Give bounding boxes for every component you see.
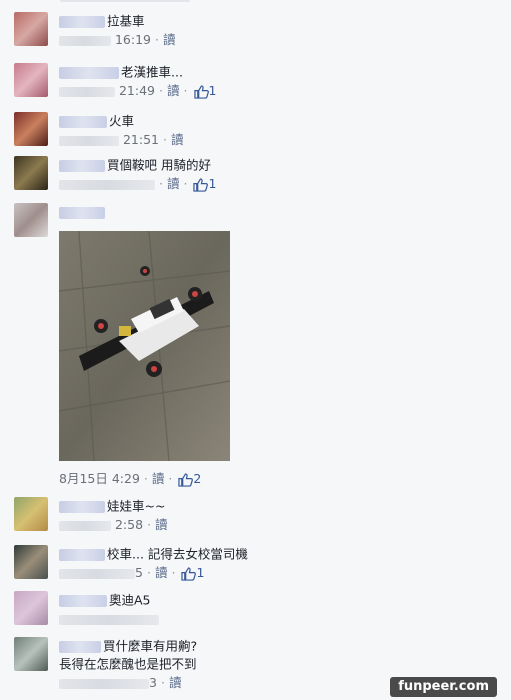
avatar[interactable] (14, 12, 48, 46)
timestamp[interactable]: 3 (149, 675, 157, 690)
avatar[interactable] (14, 112, 48, 146)
commenter-name[interactable] (59, 115, 107, 128)
commenter-name[interactable] (59, 548, 105, 561)
comment-text-line2: 長得在怎麼醜也是把不到 (59, 656, 197, 672)
thumbs-up-icon[interactable] (193, 177, 209, 192)
commenter-name[interactable] (59, 206, 105, 219)
read-link[interactable]: 讀 (163, 32, 176, 47)
timestamp-date (59, 568, 135, 579)
like-count[interactable]: 1 (209, 83, 217, 98)
comment-item: 買個鞍吧 用騎的好 · 讀 · 1 (14, 156, 504, 200)
thumbs-up-icon[interactable] (193, 84, 209, 99)
commenter-name[interactable] (59, 159, 105, 172)
timestamp-date (59, 86, 115, 97)
avatar[interactable] (14, 156, 48, 190)
timestamp[interactable]: 2:58 (115, 517, 143, 532)
read-link[interactable]: 讀 (169, 675, 182, 690)
like-count[interactable]: 1 (196, 565, 204, 580)
comment-text: 拉基車 (107, 13, 145, 29)
commenter-name[interactable] (59, 500, 105, 513)
timestamp[interactable]: 8月15日 4:29 (59, 471, 140, 486)
comment-thread: { "comments": [ {"text":"拉基車","meta_time… (0, 0, 511, 700)
avatar[interactable] (14, 63, 48, 97)
comment-text: 奧迪A5 (109, 592, 151, 608)
timestamp-date (59, 678, 149, 689)
commenter-name[interactable] (59, 66, 119, 79)
comment-item: 校車... 記得去女校當司機 5 · 讀 · 1 (14, 545, 504, 589)
timestamp[interactable]: 21:49 (119, 83, 155, 98)
read-link[interactable]: 讀 (155, 517, 168, 532)
commenter-name[interactable] (59, 15, 105, 28)
site-watermark: funpeer.com (390, 677, 497, 697)
avatar[interactable] (14, 203, 48, 237)
read-link[interactable]: 讀 (152, 471, 165, 486)
read-link[interactable]: 讀 (155, 565, 168, 580)
comment-item: 火車 21:51 · 讀 (14, 112, 504, 156)
comment-item: 娃娃車~~ 2:58 · 讀 (14, 497, 504, 541)
thumbs-up-icon[interactable] (181, 566, 197, 581)
like-count[interactable]: 2 (193, 471, 201, 486)
timestamp[interactable]: 16:19 (115, 32, 151, 47)
timestamp-date (59, 179, 155, 190)
timestamp-date (59, 614, 159, 625)
thumbs-up-icon[interactable] (178, 472, 194, 487)
comment-item: 8月15日 4:29 · 讀 · 2 (14, 203, 504, 493)
mini-4wd-car-photo[interactable] (59, 231, 230, 461)
like-count[interactable]: 1 (208, 176, 216, 191)
comment-text: 老漢推車... (121, 64, 183, 80)
cut-off-meta (60, 0, 190, 2)
avatar[interactable] (14, 637, 48, 671)
avatar[interactable] (14, 497, 48, 531)
comment-text: 校車... 記得去女校當司機 (107, 546, 248, 562)
comment-text: 娃娃車~~ (107, 498, 166, 514)
avatar[interactable] (14, 545, 48, 579)
comment-item: 老漢推車... 21:49 · 讀 · 1 (14, 63, 504, 107)
comment-item: 拉基車 16:19 · 讀 (14, 12, 504, 56)
read-link[interactable]: 讀 (171, 132, 184, 147)
commenter-name[interactable] (59, 594, 107, 607)
timestamp[interactable]: 5 (135, 565, 143, 580)
avatar[interactable] (14, 591, 48, 625)
read-link[interactable]: 讀 (167, 83, 180, 98)
timestamp[interactable]: 21:51 (123, 132, 159, 147)
read-link[interactable]: 讀 (167, 176, 180, 191)
timestamp-date (59, 35, 111, 46)
commenter-name[interactable] (59, 640, 101, 653)
timestamp-date (59, 520, 111, 531)
comment-item: 奧迪A5 (14, 591, 504, 635)
comment-text: 火車 (109, 113, 135, 129)
comment-text: 買個鞍吧 用騎的好 (107, 157, 211, 173)
timestamp-date (59, 135, 119, 146)
comment-text: 買什麼車有用齁? (103, 638, 198, 654)
